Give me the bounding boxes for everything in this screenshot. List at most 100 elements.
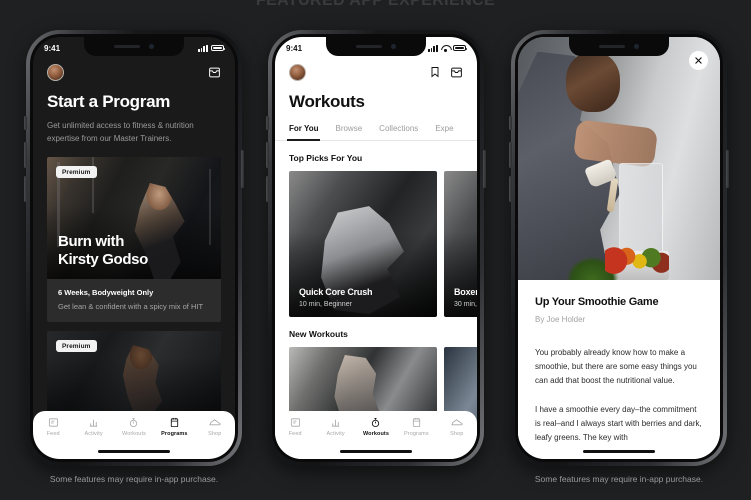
volume-down-button[interactable] [509, 176, 512, 202]
workout-meta: 10 min, Beginner [299, 301, 352, 308]
workout-carousel[interactable]: Quick Core Crush 10 min, Beginner Boxer … [275, 171, 477, 317]
tab-activity[interactable]: Activity [75, 417, 113, 437]
home-indicator[interactable] [583, 450, 655, 453]
power-button[interactable] [241, 150, 244, 188]
volume-up-button[interactable] [24, 142, 27, 168]
workout-card[interactable]: Boxer Bu 30 min, Inte [444, 171, 477, 317]
workout-card[interactable]: Quick Core Crush 10 min, Beginner [289, 171, 437, 317]
tab-for-you[interactable]: For You [286, 124, 322, 141]
tab-label: Programs [161, 431, 188, 437]
program-title-line-1: Burn with [58, 233, 125, 250]
status-indicators [197, 44, 226, 52]
tab-label: Workouts [122, 431, 146, 437]
tab-workouts[interactable]: Workouts [357, 417, 395, 437]
program-card-meta: 6 Weeks, Bodyweight Only Get lean & conf… [47, 279, 221, 322]
tab-collections[interactable]: Collections [379, 124, 418, 140]
program-card[interactable]: Premium [47, 331, 221, 417]
caption-left: Some features may require in-app purchas… [49, 474, 219, 484]
tab-experts[interactable]: Expe [435, 124, 453, 140]
program-meta-subtitle: Get lean & confident with a spicy mix of… [58, 302, 204, 311]
volume-up-button[interactable] [266, 142, 269, 168]
program-meta-title: 6 Weeks, Bodyweight Only [58, 288, 154, 297]
mute-switch[interactable] [266, 116, 269, 130]
workout-name: Quick Core Crush [299, 287, 373, 297]
home-indicator[interactable] [98, 450, 170, 453]
person-head [566, 51, 621, 112]
mute-switch[interactable] [24, 116, 27, 130]
program-card[interactable]: Premium Burn with Kirsty Godso 6 Weeks, … [47, 157, 221, 322]
earpiece-speaker [356, 45, 382, 48]
workout-meta: 30 min, Inte [454, 301, 477, 308]
header-row-2 [289, 61, 463, 83]
header-icons-1 [208, 66, 221, 79]
front-camera-icon [149, 44, 154, 49]
page-title: Workouts [289, 92, 365, 111]
tab-shop[interactable]: Shop [196, 417, 234, 437]
app-content-1: Start a Program Get unlimited access to … [33, 37, 235, 459]
section-heading-new-workouts: New Workouts [289, 329, 348, 339]
tab-activity[interactable]: Activity [317, 417, 355, 437]
stopwatch-icon [130, 417, 138, 428]
mute-switch[interactable] [509, 116, 512, 130]
status-time: 9:41 [44, 43, 61, 53]
home-indicator[interactable] [340, 450, 412, 453]
tab-browse[interactable]: Browse [335, 124, 362, 140]
phone-screen-1: 9:41 Start a Program Get unlimited acces… [33, 37, 235, 459]
volume-down-button[interactable] [266, 176, 269, 202]
tab-feed[interactable]: Feed [276, 417, 314, 437]
app-content-3: Up Your Smoothie Game By Joe Holder You … [518, 37, 720, 459]
page-title: Start a Program [47, 92, 171, 111]
article-paragraph: You probably already know how to make a … [535, 348, 697, 385]
phones-stage: 9:41 Start a Program Get unlimited acces… [0, 0, 751, 500]
article-body[interactable]: Up Your Smoothie Game By Joe Holder You … [518, 280, 720, 459]
tab-label: Activity [84, 431, 103, 437]
avatar[interactable] [47, 63, 64, 81]
tab-workouts[interactable]: Workouts [115, 417, 153, 437]
phone-screen-2: 9:41 Workouts For You Browse Collections… [275, 37, 477, 459]
shoe-icon [451, 419, 463, 426]
phone-bezel-3: Up Your Smoothie Game By Joe Holder You … [515, 34, 723, 462]
inbox-icon[interactable] [208, 66, 221, 79]
tab-label: Shop [208, 431, 222, 437]
section-heading-top-picks: Top Picks For You [289, 153, 363, 163]
program-title-line-2: Kirsty Godso [58, 251, 148, 268]
workout-name: Boxer Bu [454, 287, 477, 297]
phone-notch-3 [569, 37, 669, 56]
tab-programs[interactable]: Programs [155, 417, 193, 437]
article-byline: By Joe Holder [535, 315, 586, 324]
stopwatch-icon [372, 417, 380, 428]
app-content-2: Workouts For You Browse Collections Expe… [275, 37, 477, 459]
segment-tabs[interactable]: For You Browse Collections Expe [275, 124, 477, 141]
tab-label: Feed [46, 431, 60, 437]
tab-feed[interactable]: Feed [34, 417, 72, 437]
bookmark-icon[interactable] [429, 66, 441, 78]
volume-down-button[interactable] [24, 176, 27, 202]
front-camera-icon [634, 44, 639, 49]
close-button[interactable] [689, 51, 708, 70]
earpiece-speaker [599, 45, 625, 48]
tab-label: Programs [404, 431, 429, 437]
tab-programs[interactable]: Programs [397, 417, 435, 437]
program-card-title: Burn with Kirsty Godso [58, 233, 210, 269]
feed-icon [290, 418, 300, 427]
tab-label: Shop [450, 431, 464, 437]
power-button[interactable] [483, 150, 486, 188]
phone-notch-2 [326, 37, 426, 56]
activity-chart-icon [89, 419, 98, 427]
earpiece-speaker [114, 45, 140, 48]
volume-up-button[interactable] [509, 142, 512, 168]
caption-right: Some features may require in-app purchas… [534, 474, 704, 484]
inbox-icon[interactable] [450, 66, 463, 79]
workout-card-info: Quick Core Crush 10 min, Beginner [299, 287, 429, 308]
phone-mockup-2: 9:41 Workouts For You Browse Collections… [266, 30, 486, 466]
close-icon [695, 57, 702, 64]
power-button[interactable] [726, 150, 729, 188]
clipboard-calendar-icon [412, 417, 420, 428]
status-indicators [427, 44, 468, 52]
avatar[interactable] [289, 63, 306, 81]
feed-icon [48, 418, 58, 427]
wifi-icon [441, 45, 450, 52]
tab-label: Feed [288, 431, 302, 437]
tab-shop[interactable]: Shop [438, 417, 476, 437]
header-icons-2 [429, 66, 463, 79]
